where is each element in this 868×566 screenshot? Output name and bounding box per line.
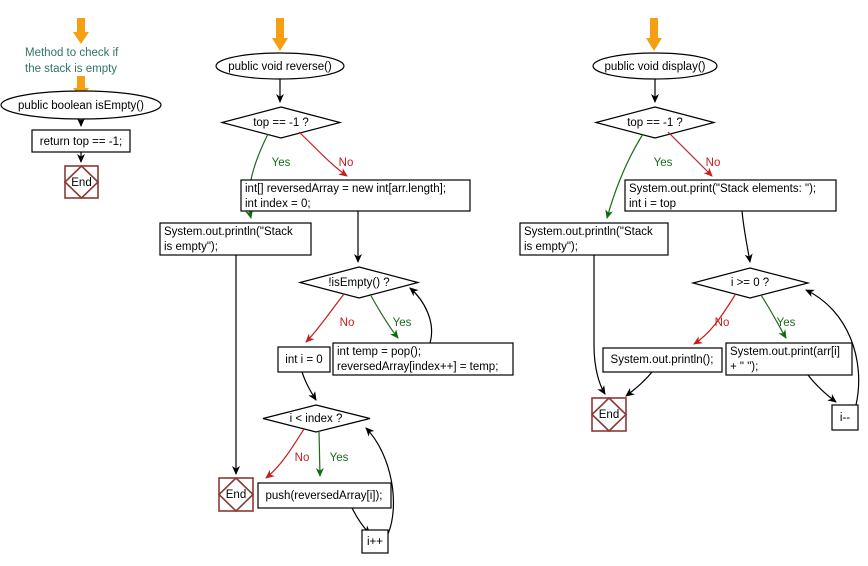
node-reverse-init-i-label: int i = 0 xyxy=(285,354,322,366)
node-reverse-empty-print-line2: is empty"); xyxy=(164,241,218,253)
node-return-top-label: return top == -1; xyxy=(40,136,122,148)
label-i-lt-index-yes: Yes xyxy=(330,452,349,464)
label-display-top-yes: Yes xyxy=(654,157,673,169)
node-decision-display-top-label: top == -1 ? xyxy=(627,117,683,129)
entry-arrow-reverse-icon xyxy=(272,18,288,51)
edge-display-empty-to-end xyxy=(593,255,606,395)
node-decision-i-lt-index-label: i < index ? xyxy=(290,413,343,425)
node-reverse-pop-line2: reversedArray[index++] = temp; xyxy=(337,361,498,373)
node-display-header-line1: System.out.print("Stack elements: "); xyxy=(629,183,816,195)
edge-print-elem-to-decrement xyxy=(807,374,837,403)
node-display-decrement-label: i-- xyxy=(840,412,850,424)
label-display-top-no: No xyxy=(706,157,721,169)
node-display-empty-print-line2: is empty"); xyxy=(524,241,578,253)
flow-reverse: public void reverse() top == -1 ? Yes No… xyxy=(159,18,514,554)
node-reverse-push-label: push(reversedArray[i]); xyxy=(266,490,383,502)
node-decision-not-empty-label: !isEmpty() ? xyxy=(328,277,389,289)
node-decision-reverse-top-label: top == -1 ? xyxy=(253,117,309,129)
edge-i-lt-index-yes xyxy=(315,430,324,477)
comment-is-empty-line1: Method to check if xyxy=(25,47,119,59)
node-end-display-label: End xyxy=(599,409,619,421)
node-reverse-empty-print-line1: System.out.println("Stack xyxy=(164,226,293,238)
comment-is-empty-line2: the stack is empty xyxy=(25,63,117,75)
node-end-is-empty-label: End xyxy=(71,177,91,189)
node-reverse-pop-line1: int temp = pop(); xyxy=(337,346,421,358)
edge-reverse-top-no xyxy=(298,131,348,177)
flow-display: public void display() top == -1 ? Yes No… xyxy=(519,18,860,433)
edge-init-i-to-loop xyxy=(301,371,317,401)
node-start-reverse-label: public void reverse() xyxy=(228,61,332,73)
edge-display-top-no xyxy=(667,131,713,177)
node-reverse-alloc-line1: int[] reversedArray = new int[arr.length… xyxy=(245,183,446,195)
label-reverse-top-yes: Yes xyxy=(272,157,291,169)
node-decision-i-ge-0-label: i >= 0 ? xyxy=(731,277,769,289)
node-reverse-increment-label: i++ xyxy=(367,536,383,548)
entry-arrow-icon xyxy=(73,18,89,44)
label-i-ge-0-no: No xyxy=(715,317,730,329)
edge-not-empty-yes xyxy=(369,293,399,339)
node-display-print-elem-line1: System.out.print(arr[i] xyxy=(730,346,840,358)
edge-increment-loop-back xyxy=(365,427,394,535)
label-i-ge-0-yes: Yes xyxy=(777,317,796,329)
edge-display-header-to-loop xyxy=(741,210,753,263)
entry-arrow-display-icon xyxy=(646,18,662,51)
node-start-display-label: public void display() xyxy=(605,61,706,73)
edge-newline-to-end xyxy=(625,371,653,397)
edge-not-empty-no xyxy=(305,293,345,343)
node-display-print-elem-line2: + " "); xyxy=(730,361,758,373)
flowchart-canvas: Method to check if the stack is empty pu… xyxy=(0,0,868,566)
label-not-empty-yes: Yes xyxy=(393,317,412,329)
node-display-header-line2: int i = top xyxy=(629,198,676,210)
flow-is-empty: Method to check if the stack is empty pu… xyxy=(0,18,162,200)
node-display-newline-label: System.out.println(); xyxy=(611,354,714,366)
flowchart-svg: Method to check if the stack is empty pu… xyxy=(0,18,860,554)
edge-pop-loop-back xyxy=(409,287,433,344)
node-end-reverse-label: End xyxy=(226,489,246,501)
node-display-empty-print-line1: System.out.println("Stack xyxy=(524,226,653,238)
node-start-is-empty-label: public boolean isEmpty() xyxy=(18,100,144,112)
node-reverse-alloc-line2: int index = 0; xyxy=(245,198,311,210)
label-reverse-top-no: No xyxy=(339,157,354,169)
label-i-lt-index-no: No xyxy=(295,452,310,464)
label-not-empty-no: No xyxy=(340,317,355,329)
